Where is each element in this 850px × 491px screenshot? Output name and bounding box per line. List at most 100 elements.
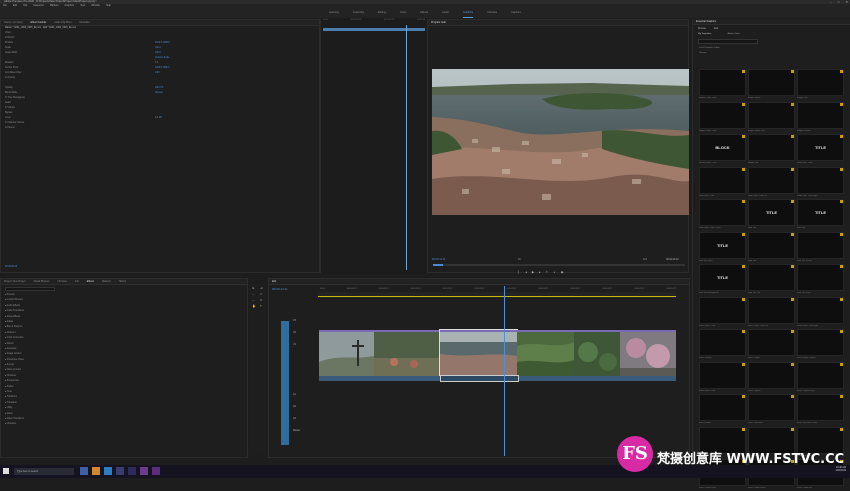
effects-tree-item[interactable]: ▸ Blur & Sharpen (1, 325, 24, 330)
effects-tree-item[interactable]: ▸ Obsolete (1, 422, 24, 427)
effects-tree-item[interactable]: ▸ Color Correction (1, 336, 24, 341)
eg-template-thumb[interactable] (699, 296, 746, 324)
ec-property-value[interactable]: 0.0 dB (155, 117, 162, 119)
eg-template-thumb[interactable] (699, 329, 746, 356)
workspace-graphics[interactable]: Graphics (462, 8, 474, 18)
program-fit-select[interactable]: Fit (518, 258, 521, 261)
tab-source-no-clips-[interactable]: Source: (no clips) (4, 20, 23, 25)
eg-template-thumb[interactable] (797, 394, 844, 421)
type-tool-icon[interactable]: T (260, 304, 266, 308)
step-back-icon[interactable]: ◂ (525, 270, 527, 274)
eg-libraries-check[interactable]: Libraries (699, 52, 707, 54)
ec-property-value[interactable]: 1920.0 1080.0 (155, 67, 170, 69)
taskbar-search-input[interactable]: Type here to search (14, 468, 74, 475)
pen-tool-icon[interactable]: ✒ (260, 298, 266, 302)
ec-playhead[interactable] (406, 25, 407, 270)
tab-adobe-stock[interactable]: Adobe Stock (727, 33, 739, 35)
selection-tool-icon[interactable]: ➤ (252, 286, 258, 290)
track-select-icon[interactable]: ⇥ (260, 286, 266, 290)
workspace-learning[interactable]: Learning (329, 8, 339, 18)
eg-search-input[interactable] (698, 39, 758, 44)
effects-tree-item[interactable]: ▸ Lumetri Presets (1, 298, 24, 303)
program-video-frame[interactable] (432, 69, 689, 215)
clip-blossoms[interactable] (620, 330, 676, 378)
export-frame-icon[interactable]: ◉ (561, 270, 564, 274)
audio-clip-selected[interactable] (440, 375, 519, 382)
premiere-pro-icon[interactable] (128, 467, 136, 475)
workspace-color[interactable]: Color (400, 8, 406, 18)
tab-effect-controls[interactable]: Effect Controls (31, 20, 47, 25)
tab-my-templates[interactable]: My Templates (698, 33, 711, 35)
eg-template-thumb[interactable]: BLOCK (699, 134, 746, 161)
eg-template-thumb[interactable] (797, 296, 844, 324)
workspace-editing[interactable]: Editing (378, 8, 386, 18)
tab-browse[interactable]: Browse (698, 27, 706, 30)
eg-template-thumb[interactable] (699, 361, 746, 389)
tab-info[interactable]: Info (75, 279, 79, 284)
eg-template-thumb[interactable]: TITLE (797, 134, 844, 161)
tab-markers[interactable]: Markers (102, 279, 111, 284)
program-resolution[interactable]: Full (643, 258, 647, 261)
clip-trees[interactable] (574, 330, 620, 378)
eg-template-thumb[interactable] (699, 166, 746, 194)
after-effects-icon[interactable] (116, 467, 124, 475)
tab-project-new-project[interactable]: Project: New Project (4, 279, 26, 284)
play-icon[interactable]: ▶ (532, 270, 534, 274)
tab-program[interactable]: Program: Edit (431, 20, 446, 25)
mark-in-icon[interactable]: ▏ (518, 270, 520, 274)
media-encoder-icon[interactable] (140, 467, 148, 475)
ec-property-value[interactable]: 100.0 (155, 47, 161, 49)
tab-media-browser[interactable]: Media Browser (34, 279, 50, 284)
slip-tool-icon[interactable]: ↔ (252, 298, 258, 302)
ec-property-value[interactable]: 0.00 (155, 72, 159, 74)
eg-template-thumb[interactable] (748, 69, 795, 96)
ec-property-value[interactable]: Uniform Scale (155, 57, 169, 59)
workspace-captions[interactable]: Captions (511, 8, 521, 18)
effects-tree-item[interactable]: ▸ Audio Transitions (1, 309, 24, 314)
task-view-icon[interactable] (80, 467, 88, 475)
eg-template-thumb[interactable]: TITLE (699, 231, 746, 259)
lift-icon[interactable]: ⇡ (546, 270, 549, 274)
timeline-timecode[interactable]: 00:00:14:11 (272, 287, 288, 291)
tab-edit[interactable]: Edit (714, 27, 718, 30)
workspace-assembly[interactable]: Assembly (353, 8, 364, 18)
browser-icon[interactable] (104, 467, 112, 475)
razor-tool-icon[interactable]: ✂ (260, 292, 266, 296)
eg-template-thumb[interactable] (748, 361, 795, 389)
eg-template-thumb[interactable]: TITLE (748, 199, 795, 226)
eg-template-thumb[interactable] (699, 199, 746, 226)
eg-template-thumb[interactable] (797, 231, 844, 259)
eg-template-thumb[interactable]: TITLE (797, 199, 844, 226)
program-timecode[interactable]: 00:00:14:11 (432, 258, 446, 261)
eg-template-thumb[interactable] (797, 69, 844, 96)
eg-template-thumb[interactable] (748, 329, 795, 356)
eg-template-thumb[interactable] (797, 166, 844, 194)
app-icon[interactable] (152, 467, 160, 475)
workspace-effects[interactable]: Effects (420, 8, 428, 18)
ec-property-value[interactable]: Normal (155, 92, 162, 94)
hand-tool-icon[interactable]: ✋ (252, 304, 258, 308)
tab-sequence-edit[interactable]: Edit (272, 279, 276, 284)
ec-mini-timeline[interactable]: 00:00 00:00:04:23 00:00:09:23 00:00:14 (320, 19, 426, 273)
eg-template-thumb[interactable] (748, 231, 795, 259)
effects-tree-item[interactable]: ▸ Image Control (1, 352, 24, 357)
windows-start-icon[interactable] (3, 468, 9, 474)
ripple-edit-icon[interactable]: ⇔ (252, 292, 258, 296)
tab-effects[interactable]: Effects (87, 279, 94, 284)
file-explorer-icon[interactable] (92, 467, 100, 475)
clip-lake-town-selected[interactable] (439, 329, 518, 379)
eg-template-thumb[interactable] (748, 134, 795, 161)
eg-template-thumb[interactable] (797, 101, 844, 129)
clip-forest-people[interactable] (374, 330, 440, 378)
ec-property-value[interactable]: 100.0 % (155, 87, 163, 89)
eg-template-thumb[interactable]: TITLE (699, 264, 746, 291)
eg-template-thumb[interactable] (699, 101, 746, 129)
workspace-libraries[interactable]: Libraries (487, 8, 497, 18)
eg-template-thumb[interactable] (748, 264, 795, 291)
ec-property-value[interactable]: 100.0 (155, 52, 161, 54)
eg-template-thumb[interactable] (748, 101, 795, 129)
eg-template-thumb[interactable] (797, 264, 844, 291)
step-forward-icon[interactable]: ▸ (539, 270, 541, 274)
eg-template-thumb[interactable] (699, 394, 746, 421)
clip-green-hills[interactable] (517, 330, 574, 378)
